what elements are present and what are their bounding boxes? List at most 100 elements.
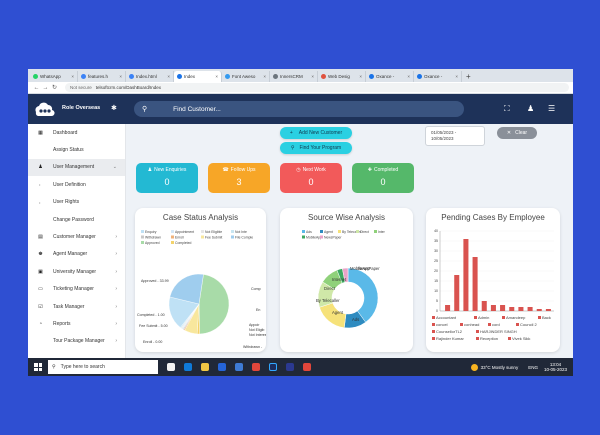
legend-entry: Agent [324,230,333,234]
legend-swatch [141,241,144,244]
tab-close-icon[interactable]: × [311,74,314,79]
find-your-program-button[interactable]: ⚲ Find Your Program [280,142,352,154]
sidebar-item-reports[interactable]: ◔ Reports › [28,315,125,332]
browser-tab[interactable]: InnersCRM × [270,71,318,82]
sidebar-item-user-definition[interactable]: User Definition [28,176,125,193]
bar[interactable] [545,309,551,311]
legend-entry: MobileApp [306,236,322,240]
back-icon[interactable]: ← [32,85,41,91]
tab-close-icon[interactable]: × [407,74,410,79]
legend-entry: Back [542,315,551,320]
browser-tab[interactable]: WhatsApp × [30,71,78,82]
stat-card-new-enquiries[interactable]: ♟ New Enquiries 0 [136,163,198,193]
edge-icon[interactable] [184,363,192,371]
sidebar-item-assign-status[interactable]: Assign Status [28,141,125,158]
bar[interactable] [463,239,469,311]
browser-tab[interactable]: Index × [174,71,222,82]
sidebar-item-dashboard[interactable]: ▦ Dashboard [28,124,125,141]
y-tick-label: 20 [434,269,438,273]
bar[interactable] [509,307,515,311]
stat-card-completed[interactable]: ✚ Completed 0 [352,163,414,193]
tab-close-icon[interactable]: × [119,74,122,79]
tab-close-icon[interactable]: × [71,74,74,79]
tab-close-icon[interactable]: × [455,74,458,79]
menu-icon[interactable]: ☰ [548,104,555,113]
donut-slice[interactable] [319,302,347,329]
expand-icon[interactable]: ⛶ [504,104,510,114]
browser-tab[interactable]: Web Desig × [318,71,366,82]
sidebar-item-ticketing-manager[interactable]: ▭ Ticketing Manager › [28,281,125,298]
bar[interactable] [481,301,487,311]
new-tab-button[interactable]: + [466,71,471,82]
sidebar-item-agent-manager[interactable]: ♚ Agent Manager › [28,246,125,263]
tab-close-icon[interactable]: × [359,74,362,79]
bar[interactable] [536,309,542,311]
browser-tab[interactable]: features.h × [78,71,126,82]
sidebar-item-university-manager[interactable]: ▣ University Manager › [28,263,125,280]
legend-entry: cord [492,322,500,327]
bar[interactable] [490,305,496,311]
premiere-icon[interactable] [286,363,294,371]
donut-slice-label: Ads [352,317,359,322]
tab-close-icon[interactable]: × [167,74,170,79]
weather-widget[interactable]: 33°C Mostly sunny [470,363,518,371]
sidebar-item-tour-package-manager[interactable]: Tour Package Manager › [28,333,125,350]
y-tick-label: 5 [436,299,438,303]
url-field[interactable]: Not secure telsoftcrm.com/DashBoard/Inde… [65,83,569,92]
legend-entry: Enroll [175,236,184,240]
browser-tab[interactable]: Font Aweso × [222,71,270,82]
browser-tab[interactable]: Oxance - × [366,71,414,82]
legend-entry: Completed [175,241,192,245]
pie-slice[interactable] [198,274,230,335]
legend-swatch [374,230,377,233]
add-new-customer-button[interactable]: + Add New Customer [280,127,352,139]
browser-tab[interactable]: Index.html × [126,71,174,82]
bar[interactable] [527,307,533,311]
stat-card-follow-ups[interactable]: ☎ Follow Ups 3 [208,163,270,193]
photoshop-icon[interactable] [269,363,277,371]
source-wise-panel: Source Wise Analysis Ads Agent By Telecalle… [280,208,413,352]
app-header: Role Overseas ✱ ⚲ ⛶ ♟ ☰ [28,94,573,124]
windows-start-icon[interactable] [34,363,42,371]
store-icon[interactable] [218,363,226,371]
bar[interactable] [454,275,460,311]
pie-slice-label: Not Interest [249,333,266,337]
chrome-icon[interactable] [303,363,311,371]
sidebar-item-task-manager[interactable]: ☑ Task Manager › [28,298,125,315]
sidebar-item-user-management[interactable]: ♟ User Management ⌄ [28,158,125,177]
chart-title: Source Wise Analysis [308,213,385,222]
system-tray-lang[interactable]: ENG [528,365,538,370]
taskbar-clock[interactable]: 13:04 10-05-2023 [544,362,567,373]
clear-label: Clear [515,130,528,136]
user-icon[interactable]: ♟ [527,104,534,113]
task-view-icon[interactable] [167,363,175,371]
clear-button[interactable]: ✕ Clear [497,127,537,139]
chrome-icon[interactable] [252,363,260,371]
legend-swatch [320,230,323,233]
bar[interactable] [445,305,451,311]
reload-icon[interactable]: ↻ [50,84,59,91]
sidebar-item-change-password[interactable]: Change Password [28,211,125,228]
mail-icon[interactable] [235,363,243,371]
gear-icon[interactable]: ✱ [111,104,117,112]
customer-search-input[interactable] [173,105,424,113]
sidebar-item-user-rights[interactable]: User Rights [28,194,125,211]
bar[interactable] [472,257,478,311]
bar[interactable] [518,307,524,311]
legend-swatch [432,337,435,340]
bar[interactable] [500,305,506,311]
stat-card-next-work[interactable]: ◷ Next Work 0 [280,163,342,193]
taskbar-search[interactable]: ⚲ Type here to search [48,360,158,374]
customer-search[interactable]: ⚲ [134,101,464,117]
tab-close-icon[interactable]: × [215,74,218,79]
file-explorer-icon[interactable] [201,363,209,371]
search-icon: ⚲ [52,364,56,370]
screenshot-frame: WhatsApp × features.h × Index.html × Index × Fon… [28,69,573,376]
browser-tab[interactable]: Oxance - × [414,71,462,82]
sidebar-item-customer-manager[interactable]: ▤ Customer Manager › [28,228,125,245]
forward-icon[interactable]: → [41,85,50,91]
case-status-panel: Case Status Analysis Enquiry Appointment No… [135,208,266,352]
date-range-field[interactable]: 01/05/2023 - 10/05/2023 [425,126,485,146]
legend-swatch [508,337,511,340]
tab-close-icon[interactable]: × [263,74,266,79]
